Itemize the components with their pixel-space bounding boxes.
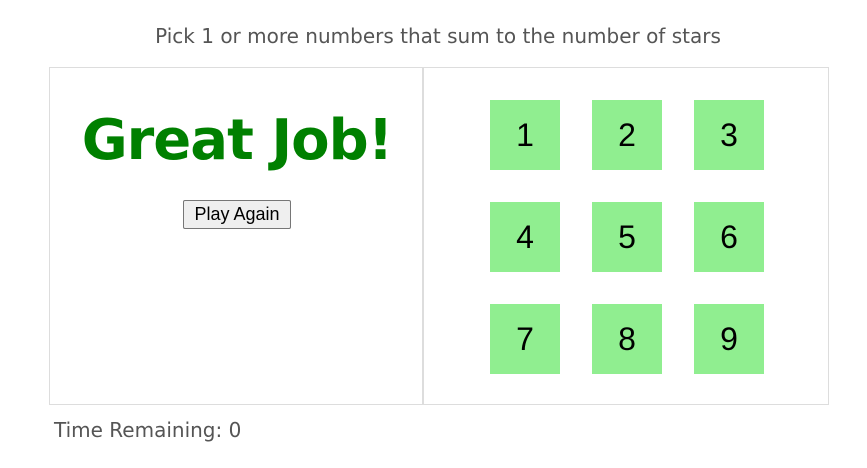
- game-done: Great Job! Play Again: [50, 106, 424, 229]
- number-button-1[interactable]: 1: [490, 100, 560, 170]
- number-grid: 1 2 3 4 5 6 7 8 9: [490, 100, 764, 374]
- number-button-8[interactable]: 8: [592, 304, 662, 374]
- right-panel: 1 2 3 4 5 6 7 8 9: [424, 68, 828, 404]
- help-text: Pick 1 or more numbers that sum to the n…: [155, 24, 721, 48]
- timer-text: Time Remaining: 0: [54, 418, 242, 442]
- number-button-3[interactable]: 3: [694, 100, 764, 170]
- result-message: Great Job!: [81, 108, 394, 173]
- left-panel: Great Job! Play Again: [50, 68, 424, 404]
- number-button-6[interactable]: 6: [694, 202, 764, 272]
- number-button-7[interactable]: 7: [490, 304, 560, 374]
- play-again-button[interactable]: Play Again: [183, 200, 291, 229]
- game-body: Great Job! Play Again 1 2 3 4 5 6 7 8 9: [49, 67, 829, 405]
- number-button-2[interactable]: 2: [592, 100, 662, 170]
- number-button-4[interactable]: 4: [490, 202, 560, 272]
- number-button-5[interactable]: 5: [592, 202, 662, 272]
- number-button-9[interactable]: 9: [694, 304, 764, 374]
